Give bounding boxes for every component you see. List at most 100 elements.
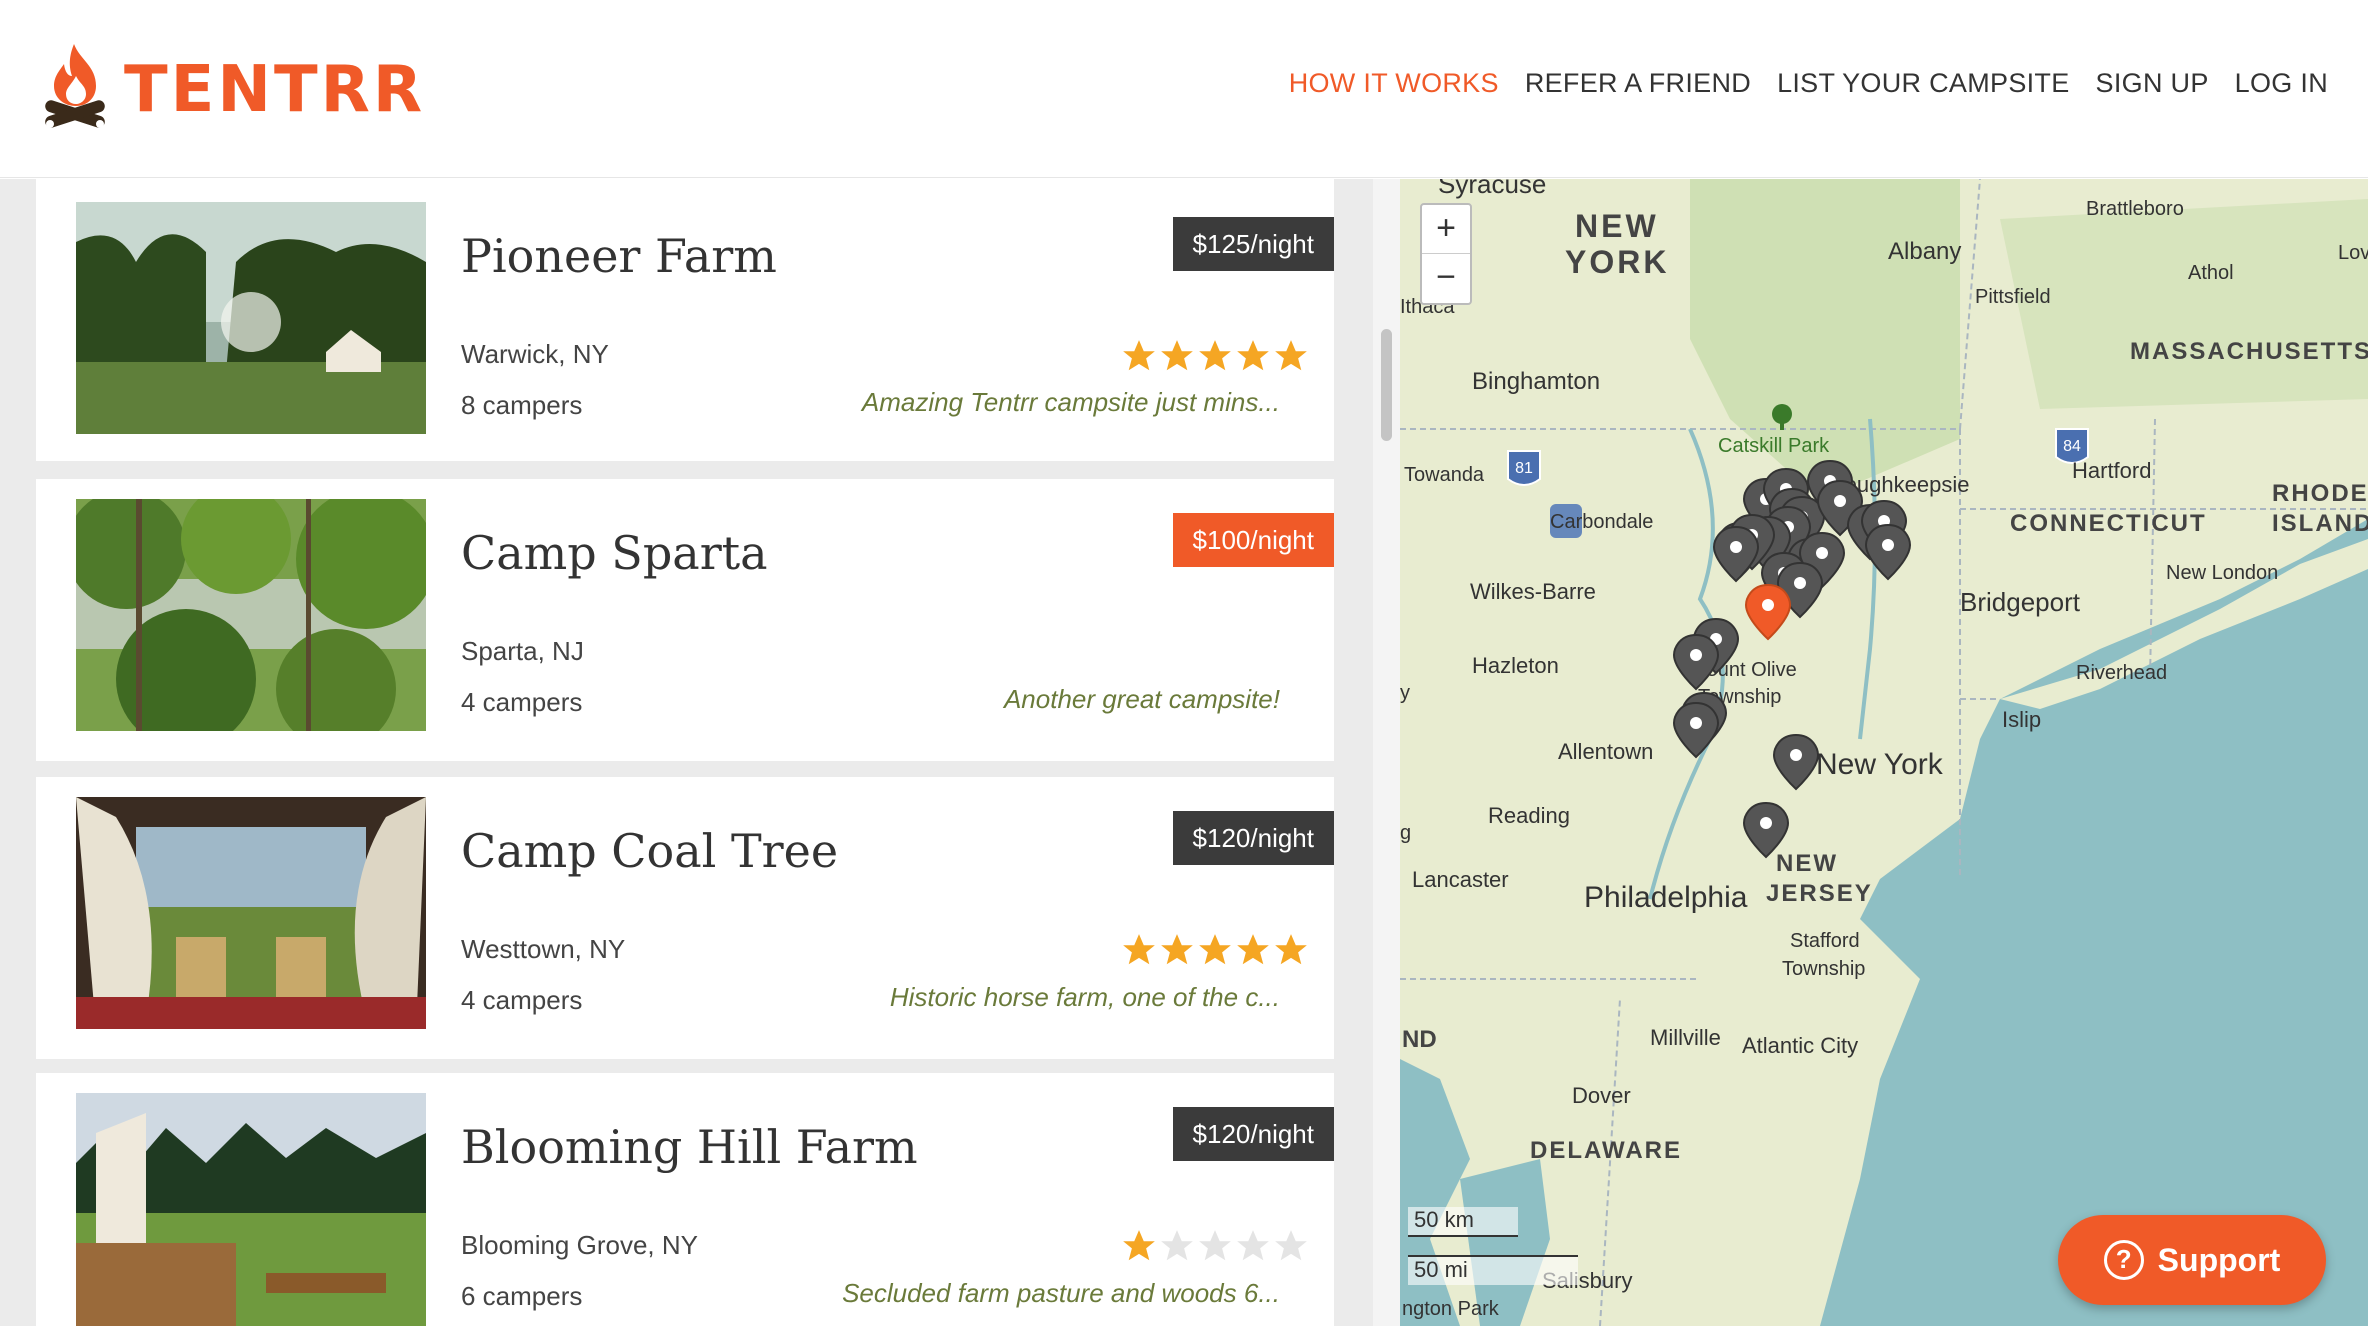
listing-capacity: 8 campers xyxy=(461,390,583,420)
star-icon xyxy=(1237,934,1269,965)
svg-text:Reading: Reading xyxy=(1488,803,1570,828)
map-scale-mi: 50 mi xyxy=(1408,1255,1578,1285)
star-empty-icon xyxy=(1161,1230,1193,1261)
scrollbar-thumb[interactable] xyxy=(1381,329,1392,441)
review-snippet: Another great campsite! xyxy=(1003,684,1280,714)
svg-text:New York: New York xyxy=(1816,748,1944,781)
site-header: TENTRR HOW IT WORKS REFER A FRIEND LIST … xyxy=(0,0,2368,178)
tentrr-logo[interactable]: TENTRR xyxy=(40,40,425,140)
svg-text:ND: ND xyxy=(1402,1026,1437,1053)
svg-text:Stafford: Stafford xyxy=(1790,930,1860,952)
nav-log-in[interactable]: LOG IN xyxy=(2235,68,2328,99)
listing-location: Sparta, NJ xyxy=(461,636,584,666)
listing-card[interactable]: Blooming Hill Farm Blooming Grove, NY 6 … xyxy=(36,1073,1334,1326)
listing-price-badge: $125/night xyxy=(1172,217,1334,271)
svg-text:Carbondale: Carbondale xyxy=(1550,511,1653,533)
svg-text:Township: Township xyxy=(1782,958,1865,980)
listing-name[interactable]: Blooming Hill Farm xyxy=(461,1120,918,1174)
support-button[interactable]: ? Support xyxy=(2058,1215,2326,1305)
help-icon: ? xyxy=(2103,1240,2144,1280)
listing-location: Blooming Grove, NY xyxy=(461,1230,698,1260)
listing-price-badge: $120/night xyxy=(1172,811,1334,865)
interstate-81-icon: 81 xyxy=(1507,450,1541,486)
listings-pane: Pioneer Farm Warwick, NY 8 campers $125/… xyxy=(0,179,1373,1326)
star-empty-icon xyxy=(1275,1230,1307,1261)
svg-text:Philadelphia: Philadelphia xyxy=(1584,881,1748,914)
support-label: Support xyxy=(2157,1241,2281,1278)
listing-location: Warwick, NY xyxy=(461,339,609,369)
svg-text:Syracuse: Syracuse xyxy=(1438,179,1546,199)
svg-text:Hazleton: Hazleton xyxy=(1472,653,1559,678)
rating-stars xyxy=(1120,337,1310,375)
rating-stars xyxy=(1120,931,1310,969)
star-icon xyxy=(1123,1230,1155,1261)
listing-price-badge: $100/night xyxy=(1172,513,1334,567)
zoom-out-button[interactable]: − xyxy=(1422,254,1470,303)
listing-name[interactable]: Pioneer Farm xyxy=(461,229,777,283)
zoom-in-button[interactable]: + xyxy=(1422,205,1470,254)
svg-text:Catskill Park: Catskill Park xyxy=(1718,435,1830,457)
svg-text:Wilkes-Barre: Wilkes-Barre xyxy=(1470,579,1596,604)
listing-name[interactable]: Camp Sparta xyxy=(461,526,768,580)
map-scale-km: 50 km xyxy=(1408,1207,1518,1237)
star-empty-icon xyxy=(1199,1230,1231,1261)
nav-list-your-campsite[interactable]: LIST YOUR CAMPSITE xyxy=(1777,68,2069,99)
svg-text:CONNECTICUT: CONNECTICUT xyxy=(2010,510,2207,537)
map-canvas[interactable]: 81 84 Syracuse NEW YORK Albany Brattlebo… xyxy=(1400,179,2368,1326)
svg-text:Millville: Millville xyxy=(1650,1025,1721,1050)
svg-text:NEW: NEW xyxy=(1776,850,1838,877)
svg-text:RHODE: RHODE xyxy=(2272,480,2368,507)
svg-text:Lov: Lov xyxy=(2338,242,2368,264)
listing-capacity: 4 campers xyxy=(461,687,583,717)
listing-card[interactable]: Camp Coal Tree Westtown, NY 4 campers $1… xyxy=(36,777,1334,1059)
nav-sign-up[interactable]: SIGN UP xyxy=(2096,68,2209,99)
listing-location: Westtown, NY xyxy=(461,934,626,964)
rating-stars xyxy=(1120,1227,1310,1265)
listing-photo[interactable] xyxy=(76,499,426,731)
svg-text:Pittsfield: Pittsfield xyxy=(1975,286,2051,308)
review-snippet: Secluded farm pasture and woods 6... xyxy=(842,1278,1280,1308)
star-icon xyxy=(1123,934,1155,965)
svg-text:Brattleboro: Brattleboro xyxy=(2086,198,2184,220)
star-icon xyxy=(1199,934,1231,965)
svg-text:Atlantic City: Atlantic City xyxy=(1742,1033,1858,1058)
svg-text:Dover: Dover xyxy=(1572,1083,1631,1108)
listing-photo[interactable] xyxy=(76,202,426,434)
svg-text:Hartford: Hartford xyxy=(2072,458,2151,483)
listing-photo[interactable] xyxy=(76,797,426,1029)
star-icon xyxy=(1199,340,1231,371)
svg-text:Riverhead: Riverhead xyxy=(2076,662,2167,684)
campsite-map[interactable]: 81 84 Syracuse NEW YORK Albany Brattlebo… xyxy=(1400,179,2368,1326)
star-icon xyxy=(1275,340,1307,371)
star-icon xyxy=(1275,934,1307,965)
listing-card[interactable]: Pioneer Farm Warwick, NY 8 campers $125/… xyxy=(36,179,1334,461)
svg-text:Towanda: Towanda xyxy=(1404,464,1485,486)
svg-text:YORK: YORK xyxy=(1565,244,1669,280)
list-scrollbar[interactable] xyxy=(1373,179,1400,1326)
nav-refer-a-friend[interactable]: REFER A FRIEND xyxy=(1525,68,1751,99)
i84-label: 84 xyxy=(2063,438,2081,455)
svg-text:Athol: Athol xyxy=(2188,262,2234,284)
star-empty-icon xyxy=(1237,1230,1269,1261)
campfire-logo-icon xyxy=(45,44,105,128)
review-snippet: Amazing Tentrr campsite just mins... xyxy=(861,387,1280,417)
svg-text:g: g xyxy=(1400,822,1411,844)
svg-text:y: y xyxy=(1400,682,1410,704)
svg-text:New London: New London xyxy=(2166,562,2278,584)
star-icon xyxy=(1237,340,1269,371)
svg-text:ISLAND: ISLAND xyxy=(2272,510,2368,537)
svg-text:Binghamton: Binghamton xyxy=(1472,368,1600,395)
nav-how-it-works[interactable]: HOW IT WORKS xyxy=(1289,68,1499,99)
listing-photo[interactable] xyxy=(76,1093,426,1326)
listing-name[interactable]: Camp Coal Tree xyxy=(461,824,838,878)
svg-text:ngton Park: ngton Park xyxy=(1402,1298,1500,1320)
listing-capacity: 4 campers xyxy=(461,985,583,1015)
brand-name: TENTRR xyxy=(124,53,426,127)
main-nav: HOW IT WORKS REFER A FRIEND LIST YOUR CA… xyxy=(1263,68,2328,99)
i81-label: 81 xyxy=(1515,460,1533,477)
listing-card[interactable]: Camp Sparta Sparta, NJ 4 campers $100/ni… xyxy=(36,479,1334,761)
map-zoom-control: + − xyxy=(1420,203,1472,305)
svg-text:DELAWARE: DELAWARE xyxy=(1530,1137,1682,1164)
svg-text:Lancaster: Lancaster xyxy=(1412,867,1509,892)
star-icon xyxy=(1161,340,1193,371)
